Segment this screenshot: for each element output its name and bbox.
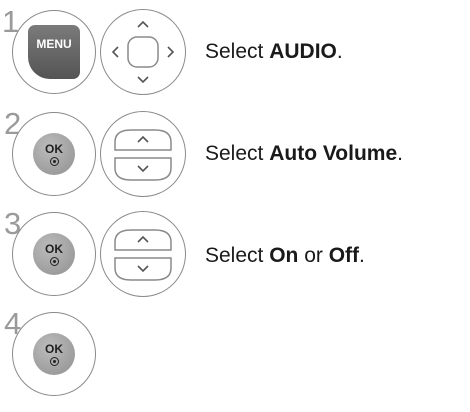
step-2: 2 OK Select Auto Volume. xyxy=(0,104,470,204)
menu-button[interactable]: MENU xyxy=(28,25,80,79)
instruction-highlight-on: On xyxy=(269,244,299,267)
up-down-arrow-pad-icon[interactable] xyxy=(100,211,186,297)
ok-key[interactable]: OK xyxy=(12,312,96,396)
instruction-text-or: or xyxy=(298,244,329,267)
ok-dot-icon xyxy=(49,256,59,266)
step-4: 4 OK xyxy=(0,304,470,412)
ok-key-label: OK xyxy=(45,241,63,256)
instruction-text: Select xyxy=(205,244,270,267)
up-down-pad-graphic xyxy=(114,229,172,281)
four-way-arrow-pad-icon[interactable] xyxy=(100,9,186,95)
step-1: 1 MENU Select AUDIO. xyxy=(0,0,470,104)
arrow-pad-graphic xyxy=(111,20,175,84)
instruction-highlight: Auto Volume xyxy=(269,142,398,165)
instruction-highlight-off: Off xyxy=(328,244,360,267)
step-instruction: Select On or Off. xyxy=(205,244,365,268)
menu-key-label: MENU xyxy=(36,37,72,51)
ok-dot-icon xyxy=(49,156,59,166)
up-down-pad-graphic xyxy=(114,129,172,181)
instruction-text: Select xyxy=(205,40,270,63)
instruction-end: . xyxy=(397,142,403,165)
ok-key-label: OK xyxy=(45,341,63,356)
ok-button[interactable]: OK xyxy=(33,133,75,175)
instruction-end: . xyxy=(359,244,365,267)
instruction-text: Select xyxy=(205,142,270,165)
ok-button[interactable]: OK xyxy=(33,333,75,375)
ok-dot-icon xyxy=(49,356,59,366)
ok-key[interactable]: OK xyxy=(12,212,96,296)
step-3: 3 OK Select On or Off. xyxy=(0,204,470,304)
ok-key-label: OK xyxy=(45,141,63,156)
instruction-end: . xyxy=(336,40,343,63)
step-instruction: Select AUDIO. xyxy=(205,40,343,64)
ok-key[interactable]: OK xyxy=(12,112,96,196)
menu-key[interactable]: MENU xyxy=(12,10,96,94)
instruction-highlight: AUDIO xyxy=(269,40,337,63)
up-down-arrow-pad-icon[interactable] xyxy=(100,111,186,197)
ok-button[interactable]: OK xyxy=(33,233,75,275)
step-instruction: Select Auto Volume. xyxy=(205,142,403,166)
